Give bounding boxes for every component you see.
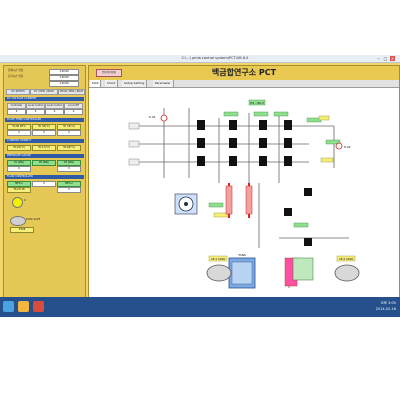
tab-chart[interactable]: Chart (105, 80, 119, 87)
info-label-2: 운전시간 설정 (8, 75, 24, 78)
tray-date: 2014-02-16 (375, 307, 396, 311)
cd-tc17[interactable]: TC-17(°C) (32, 145, 56, 151)
app-icon[interactable] (33, 301, 44, 312)
pressure-value-1: 0 (7, 166, 31, 172)
cd-tc16[interactable]: TC-16(°C) (7, 145, 31, 151)
page-title: 백금합연구소 PCT (211, 68, 277, 77)
info-label-1: 현재시간 설정 (8, 69, 24, 72)
temp-value-2: 0 (32, 130, 56, 136)
pressure-value-3: 0 (57, 166, 81, 172)
taskbar: 오후 3:05 2014-02-16 (0, 297, 400, 317)
tank-label: TANK (237, 253, 247, 257)
flow-value-2: 0 (57, 187, 81, 193)
top-tag-label: H2 - 80.2 (250, 101, 264, 105)
main-tabs: MAP Chart Setup Setting Parameter (89, 80, 399, 88)
cd-tc18[interactable]: TC-18(°C) (57, 145, 81, 151)
stop-button[interactable]: STOP (10, 227, 34, 233)
heater-coils (225, 185, 253, 215)
info-value-3[interactable]: 1:00:00 (49, 81, 79, 87)
dc-value-1: 0 (7, 109, 26, 115)
section-pressure-title: PRESSURE GAUGE (5, 154, 84, 158)
status-lamp-icon (12, 197, 23, 208)
section-dc-title: DC VOLTAGE CURRENT (5, 97, 84, 101)
dc-value-4: 0 (64, 109, 83, 115)
maximize-icon[interactable]: □ (383, 56, 388, 61)
gauge-left-label: P-01 (149, 115, 156, 119)
dc-value-3: 0 (45, 109, 64, 115)
left-control-panel: 현재시간 설정 1:00:00 운전시간 설정 1:00:00 1:00:00 … (3, 65, 86, 307)
clock[interactable]: 오후 3:05 2014-02-16 (340, 300, 396, 312)
section-flow-title: FLOW CONTROLLER (5, 175, 84, 179)
pump-icon[interactable] (174, 193, 198, 215)
tab-dc-status[interactable]: DC STATUS (6, 89, 30, 95)
lamp-value: 0 (24, 199, 26, 202)
flow-tc-ch18[interactable]: TC-CH 18 (7, 187, 31, 193)
main-header: 운전/정지변경 백금합연구소 PCT (89, 66, 399, 80)
title-bar: C:\...\ pmla control system\PCT\VB 6.0 –… (0, 55, 400, 63)
tab-pc-mha[interactable]: PC / MHA / BACK (30, 89, 58, 95)
save-toggle-icon[interactable] (10, 216, 26, 226)
explorer-icon[interactable] (18, 301, 29, 312)
temp-value-3: 0 (57, 130, 81, 136)
dc-value-2: 0 (26, 109, 45, 115)
main-panel: 운전/정지변경 백금합연구소 PCT MAP Chart Setup Setti… (88, 65, 400, 312)
tank-icon (228, 257, 314, 289)
data-save-label: DATA SAVE (26, 218, 41, 221)
inlet-arrows (128, 122, 140, 166)
app-window: C:\...\ pmla control system\PCT\VB 6.0 –… (0, 55, 400, 317)
section-current-title: CURRENT DENSITY (5, 139, 84, 143)
start-icon[interactable] (3, 301, 14, 312)
close-icon[interactable]: × (390, 56, 395, 61)
pid-diagram: H2 - 80.2 P-01 P-02 VP-1 0000 VP-2 0000 … (89, 88, 399, 311)
temp-value-1: 0 (7, 130, 31, 136)
tab-parameter[interactable]: Parameter (153, 80, 174, 87)
pressure-p2[interactable]: P2 (kPa) (32, 160, 56, 166)
flow-value: 0 (32, 181, 56, 187)
tab-map[interactable]: MAP (90, 80, 102, 87)
section-temp-title: PLATE TEMP CONTROLLER (5, 118, 84, 122)
tab-chan-mha[interactable]: CHAN / MHA / BACK (58, 89, 85, 95)
window-title: C:\...\ pmla control system\PCT\VB 6.0 (181, 56, 249, 60)
tab-setup-setting[interactable]: Setup Setting (122, 80, 148, 87)
pid-svg: H2 - 80.2 P-01 P-02 VP-1 0000 VP-2 0000 … (128, 99, 360, 289)
pump-box-2-label: VP-2 0000 (339, 257, 354, 261)
pump-box-1-label: VP-1 0000 (211, 257, 226, 261)
minimize-icon[interactable]: – (376, 56, 381, 61)
gauge-right-label: P-02 (344, 145, 351, 149)
run-stop-toggle-button[interactable]: 운전/정지변경 (96, 69, 122, 77)
